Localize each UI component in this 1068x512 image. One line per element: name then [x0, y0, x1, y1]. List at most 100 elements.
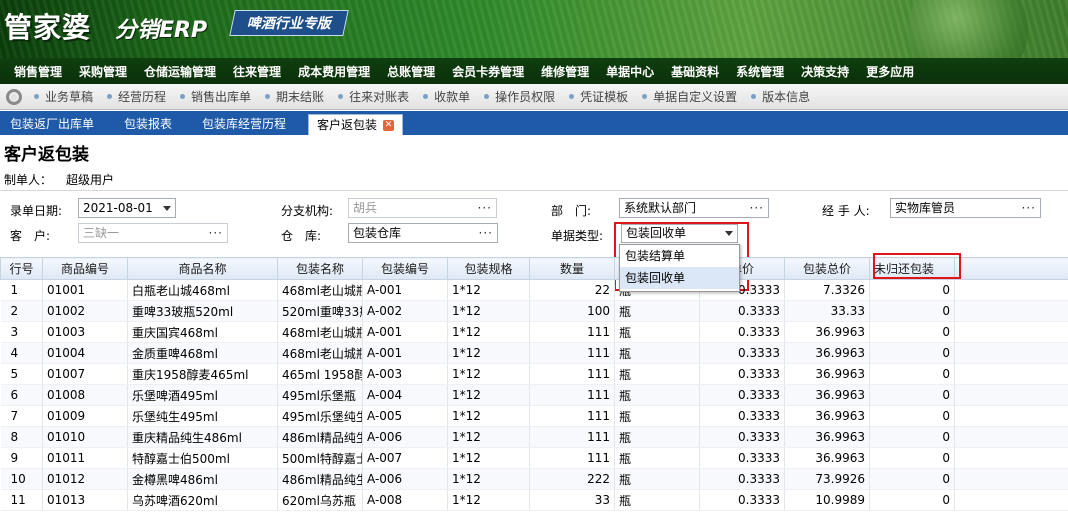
- menu-system[interactable]: 系统管理: [736, 63, 784, 80]
- col-package-total[interactable]: 包装总价: [784, 257, 870, 280]
- cell-unit-price[interactable]: 0.3333: [699, 300, 785, 322]
- table-row[interactable]: 8 01010 重庆精品纯生486ml 486ml精品纯生 A-006 1*12 111 瓶 0…: [0, 426, 1068, 448]
- cell-package-code[interactable]: A-003: [362, 363, 448, 385]
- cell-package-spec[interactable]: 1*12: [447, 405, 530, 427]
- menu-repair[interactable]: 维修管理: [541, 63, 589, 80]
- cell-row-no[interactable]: 8: [0, 426, 43, 448]
- menu-cost[interactable]: 成本费用管理: [298, 63, 370, 80]
- cell-package-total[interactable]: 36.9963: [784, 384, 870, 406]
- warehouse-field[interactable]: 包装仓库 ···: [348, 223, 498, 243]
- cell-product-code[interactable]: 01002: [42, 300, 128, 322]
- cell-product-code[interactable]: 01012: [42, 468, 128, 490]
- menu-ledger[interactable]: 总账管理: [387, 63, 435, 80]
- col-package-spec[interactable]: 包装规格: [447, 257, 530, 280]
- cell-package-total[interactable]: 36.9963: [784, 342, 870, 364]
- cell-product-name[interactable]: 重啤33玻瓶520ml: [127, 300, 278, 322]
- cell-unreturned[interactable]: 0: [869, 342, 955, 364]
- handler-field[interactable]: 实物库管员 ···: [890, 198, 1041, 218]
- cell-package-name[interactable]: 495ml乐堡瓶: [277, 384, 363, 406]
- cell-row-no[interactable]: 2: [0, 300, 43, 322]
- cell-package-spec[interactable]: 1*12: [447, 489, 530, 511]
- cell-package-code[interactable]: A-002: [362, 300, 448, 322]
- cell-product-name[interactable]: 乐堡纯生495ml: [127, 405, 278, 427]
- cell-product-name[interactable]: 重庆精品纯生486ml: [127, 426, 278, 448]
- cell-quantity[interactable]: 111: [529, 447, 615, 469]
- cell-unit[interactable]: 瓶: [614, 342, 700, 364]
- cell-row-no[interactable]: 11: [0, 489, 43, 511]
- cell-unit-price[interactable]: 0.3333: [699, 405, 785, 427]
- cell-unit-price[interactable]: 0.3333: [699, 447, 785, 469]
- cell-package-spec[interactable]: 1*12: [447, 321, 530, 343]
- cell-unit[interactable]: 瓶: [614, 426, 700, 448]
- cell-unit-price[interactable]: 0.3333: [699, 426, 785, 448]
- cell-package-spec[interactable]: 1*12: [447, 363, 530, 385]
- cell-unit[interactable]: 瓶: [614, 300, 700, 322]
- tab-package-report[interactable]: 包装报表: [116, 114, 180, 135]
- cell-package-code[interactable]: A-004: [362, 384, 448, 406]
- cell-product-code[interactable]: 01003: [42, 321, 128, 343]
- cell-unit-price[interactable]: 0.3333: [699, 363, 785, 385]
- quick-nav-reconcile[interactable]: 往来对账表: [338, 88, 409, 105]
- cell-package-spec[interactable]: 1*12: [447, 447, 530, 469]
- cell-package-spec[interactable]: 1*12: [447, 279, 530, 301]
- table-row[interactable]: 101001白瓶老山城468ml468ml老山城瓶A-0011*1222瓶0.3…: [0, 279, 1068, 301]
- cell-package-code[interactable]: A-006: [362, 468, 448, 490]
- cell-product-code[interactable]: 01004: [42, 342, 128, 364]
- cell-quantity[interactable]: 111: [529, 321, 615, 343]
- quick-nav-doc-custom[interactable]: 单据自定义设置: [642, 88, 737, 105]
- cell-unreturned[interactable]: 0: [869, 279, 955, 301]
- cell-unreturned[interactable]: 0: [869, 321, 955, 343]
- cell-unit-price[interactable]: 0.3333: [699, 468, 785, 490]
- quick-nav-drafts[interactable]: 业务草稿: [34, 88, 93, 105]
- cell-unit[interactable]: 瓶: [614, 489, 700, 511]
- cell-package-total[interactable]: 36.9963: [784, 405, 870, 427]
- cell-unreturned[interactable]: 0: [869, 300, 955, 322]
- cell-package-code[interactable]: A-005: [362, 405, 448, 427]
- dept-field[interactable]: 系统默认部门 ···: [619, 198, 769, 218]
- cell-row-no[interactable]: 7: [0, 405, 43, 427]
- ellipsis-icon[interactable]: ···: [750, 199, 764, 217]
- cell-unit-price[interactable]: 0.3333: [699, 489, 785, 511]
- close-icon[interactable]: ✕: [383, 119, 395, 131]
- cell-quantity[interactable]: 111: [529, 405, 615, 427]
- menu-documents[interactable]: 单据中心: [606, 63, 654, 80]
- cell-package-total[interactable]: 36.9963: [784, 447, 870, 469]
- table-row[interactable]: 7 01009 乐堡纯生495ml 495ml乐堡纯生 A-005 1*12 111 瓶 0.3…: [0, 405, 1068, 427]
- cell-quantity[interactable]: 100: [529, 300, 615, 322]
- menu-sales[interactable]: 销售管理: [14, 63, 62, 80]
- cell-package-name[interactable]: 468ml老山城瓶: [277, 279, 363, 301]
- cell-product-code[interactable]: 01007: [42, 363, 128, 385]
- cell-quantity[interactable]: 22: [529, 279, 615, 301]
- cell-product-code[interactable]: 01013: [42, 489, 128, 511]
- cell-unit-price[interactable]: 0.3333: [699, 321, 785, 343]
- option-package-settlement[interactable]: 包装结算单: [620, 245, 739, 267]
- cell-unreturned[interactable]: 0: [869, 489, 955, 511]
- cell-package-name[interactable]: 486ml精品纯生: [277, 426, 363, 448]
- table-row[interactable]: 9 01011 特醇嘉士伯500ml 500ml特醇嘉士 A-007 1*12 111 瓶 0.…: [0, 447, 1068, 469]
- quick-nav-history[interactable]: 经营历程: [107, 88, 166, 105]
- ellipsis-icon[interactable]: ···: [1022, 199, 1036, 217]
- cell-unreturned[interactable]: 0: [869, 447, 955, 469]
- tab-package-history[interactable]: 包装库经营历程: [194, 114, 294, 135]
- quick-nav-version[interactable]: 版本信息: [751, 88, 810, 105]
- quick-nav-receipt[interactable]: 收款单: [423, 88, 470, 105]
- col-package-code[interactable]: 包装编号: [362, 257, 448, 280]
- col-row-no[interactable]: 行号: [0, 257, 43, 280]
- quick-nav-voucher-template[interactable]: 凭证模板: [569, 88, 628, 105]
- col-package-name[interactable]: 包装名称: [277, 257, 363, 280]
- cell-package-name[interactable]: 486ml精品纯生: [277, 468, 363, 490]
- cell-package-name[interactable]: 500ml特醇嘉士: [277, 447, 363, 469]
- date-picker[interactable]: 2021-08-01: [78, 198, 176, 218]
- cell-package-total[interactable]: 33.33: [784, 300, 870, 322]
- cell-product-code[interactable]: 01009: [42, 405, 128, 427]
- cell-package-total[interactable]: 36.9963: [784, 321, 870, 343]
- cell-package-code[interactable]: A-006: [362, 426, 448, 448]
- cell-quantity[interactable]: 111: [529, 363, 615, 385]
- menu-decision[interactable]: 决策支持: [801, 63, 849, 80]
- cell-quantity[interactable]: 111: [529, 342, 615, 364]
- cell-row-no[interactable]: 9: [0, 447, 43, 469]
- cell-product-name[interactable]: 金质重啤468ml: [127, 342, 278, 364]
- cell-product-name[interactable]: 乌苏啤酒620ml: [127, 489, 278, 511]
- table-row[interactable]: 11 01013 乌苏啤酒620ml 620ml乌苏瓶 A-008 1*12 33 瓶 0.33…: [0, 489, 1068, 511]
- quick-nav-sales-out[interactable]: 销售出库单: [180, 88, 251, 105]
